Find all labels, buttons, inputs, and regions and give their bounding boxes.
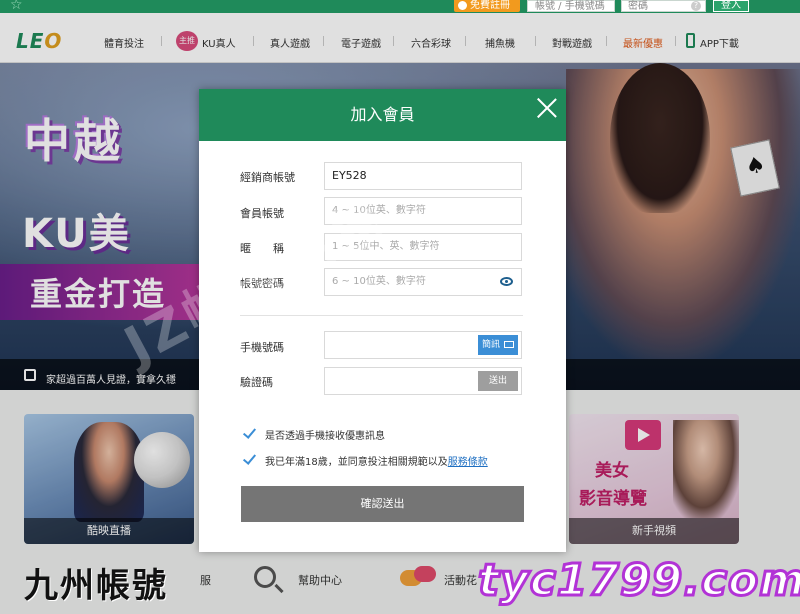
sms-optin-label: 是否透過手機接收優惠訊息 xyxy=(265,431,385,442)
form-divider xyxy=(240,315,523,316)
login-button[interactable]: 登入 xyxy=(713,0,749,12)
nickname-input[interactable]: 1 ~ 5位中、英、數字符 xyxy=(324,233,522,261)
help-icon[interactable]: ? xyxy=(691,1,701,11)
password-label: 帳號密碼 xyxy=(240,277,284,290)
modal-title: 加入會員 xyxy=(199,89,566,141)
verify-code-input[interactable]: 送出 xyxy=(324,367,522,395)
agent-account-label: 經銷商帳號 xyxy=(240,171,295,184)
agent-account-input[interactable]: EY528 xyxy=(324,162,522,190)
register-label: 免費註冊 xyxy=(470,0,510,11)
star-icon[interactable]: ☆ xyxy=(10,0,23,13)
sms-optin-checkbox[interactable] xyxy=(242,426,256,440)
password-input[interactable]: 6 ~ 10位英、數字符 xyxy=(324,268,522,296)
phone-input[interactable]: 簡訊 xyxy=(324,331,522,359)
verify-code-label: 驗證碼 xyxy=(240,376,273,389)
watermark-right: tyc1799.com xyxy=(476,554,800,608)
age-terms-label: 我已年滿18歲，並同意投注相關規範以及服務條款 xyxy=(265,453,488,468)
envelope-icon xyxy=(504,341,514,348)
phone-label: 手機號碼 xyxy=(240,341,284,354)
close-icon[interactable] xyxy=(536,97,558,119)
member-account-input[interactable]: 4 ~ 10位英、數字符 xyxy=(324,197,522,225)
user-icon xyxy=(458,1,467,10)
register-button[interactable]: 免費註冊 xyxy=(454,0,520,12)
top-bar: ☆ 免費註冊 帳號 / 手機號碼 密碼 ? 登入 xyxy=(0,0,800,13)
sms-button-label: 簡訊 xyxy=(482,340,501,350)
watermark-left: 九州帳號 xyxy=(24,566,168,606)
password-input[interactable]: 密碼 ? xyxy=(621,0,706,12)
age-terms-checkbox[interactable] xyxy=(242,452,256,466)
submit-button[interactable]: 確認送出 xyxy=(241,486,524,522)
password-placeholder: 密碼 xyxy=(628,1,648,12)
register-modal: 加入會員 經銷商帳號 EY528 會員帳號 4 ~ 10位英、數字符 暱 稱 1… xyxy=(199,89,566,552)
member-account-label: 會員帳號 xyxy=(240,207,284,220)
eye-icon[interactable] xyxy=(500,277,513,286)
nickname-label: 暱 稱 xyxy=(240,242,284,255)
send-code-button[interactable]: 送出 xyxy=(478,371,518,391)
account-input[interactable]: 帳號 / 手機號碼 xyxy=(527,0,615,12)
password-placeholder: 6 ~ 10位英、數字符 xyxy=(332,276,426,287)
age-terms-text: 我已年滿18歲，並同意投注相關規範以及 xyxy=(265,457,448,468)
sms-button[interactable]: 簡訊 xyxy=(478,335,518,355)
terms-link[interactable]: 服務條款 xyxy=(448,457,488,468)
